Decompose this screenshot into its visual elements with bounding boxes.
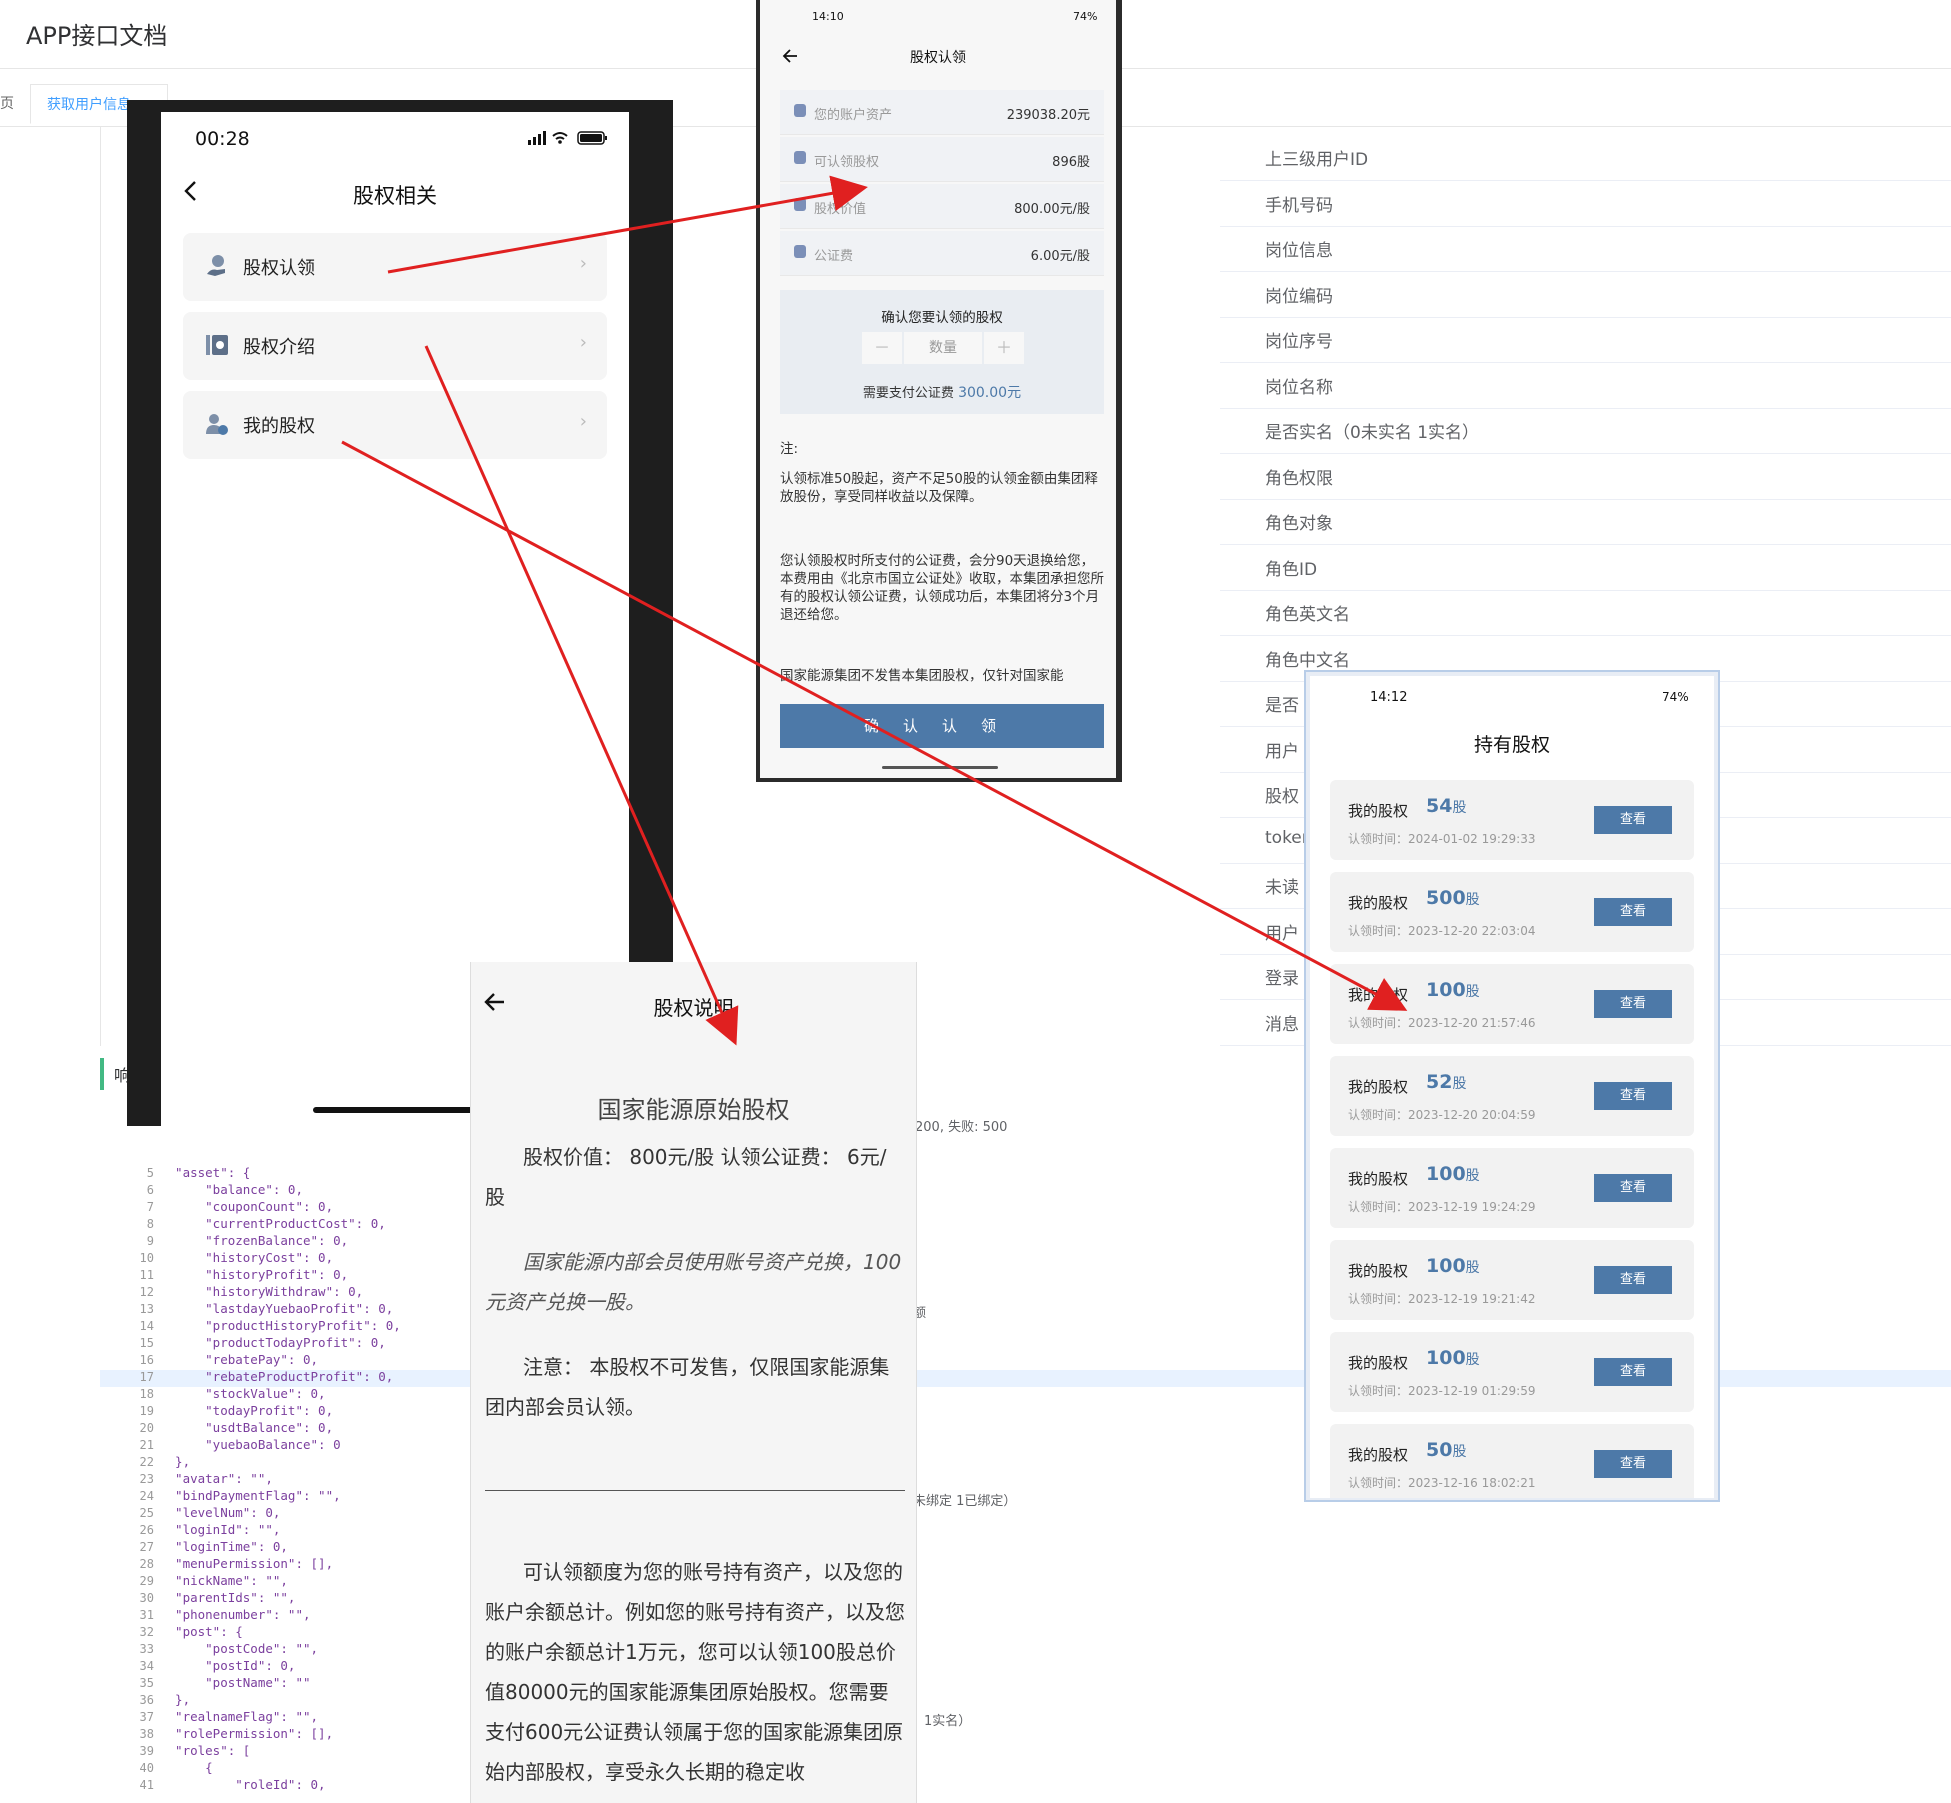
arrow-to-holdings — [341, 440, 1408, 1011]
annotation-arrows — [341, 175, 1408, 1046]
arrow-to-claim — [387, 175, 868, 274]
arrow-to-intro — [424, 345, 739, 1046]
